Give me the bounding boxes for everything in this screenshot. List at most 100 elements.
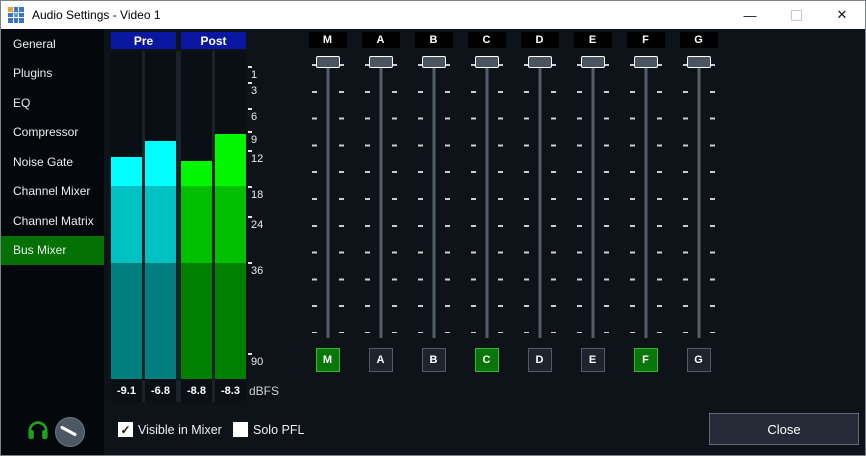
scale-label: 90 [251, 356, 263, 368]
fader-handle[interactable] [687, 56, 711, 68]
sidebar-item-plugins[interactable]: Plugins [1, 59, 104, 89]
post-meter-header: Post [181, 32, 246, 49]
sidebar-item-general[interactable]: General [1, 29, 104, 59]
maximize-icon [791, 10, 802, 21]
fader-strip-g: G G [672, 32, 725, 373]
fader-tick-marks [498, 64, 503, 333]
fader-tick-marks [551, 64, 556, 333]
headphone-volume-knob[interactable] [55, 417, 85, 447]
pre-meter-header: Pre [111, 32, 176, 49]
window-title: Audio Settings - Video 1 [32, 8, 161, 22]
fader-tick-marks [418, 64, 423, 333]
fader-handle[interactable] [528, 56, 552, 68]
fader-handle[interactable] [369, 56, 393, 68]
fader-tick-marks [710, 64, 715, 333]
meter-value-row: -9.1 -6.8 -8.8 -8.3 [111, 380, 246, 402]
fader-strip-f: F F [619, 32, 672, 373]
meter-bars-area [111, 51, 246, 379]
db-scale: 1 3 6 9 12 18 24 36 90 [248, 51, 282, 379]
solo-pfl-checkbox[interactable] [233, 422, 248, 437]
pre-meter-bar-left [111, 51, 142, 379]
headphones-icon[interactable] [27, 418, 49, 442]
visible-in-mixer-label: Visible in Mixer [138, 423, 222, 437]
post-right-db-value: -8.3 [215, 380, 246, 402]
fader-label: C [468, 32, 506, 48]
fader-track[interactable] [591, 62, 594, 338]
fader-handle[interactable] [475, 56, 499, 68]
bus-button-f[interactable]: F [634, 348, 658, 372]
fader-strip-a: A A [354, 32, 407, 373]
fader-tick-marks [524, 64, 529, 333]
post-meter-bar-left [181, 51, 212, 379]
post-meter-bar-right [215, 51, 246, 379]
fader-strip-d: D D [513, 32, 566, 373]
check-icon: ✓ [120, 423, 130, 437]
fader-label: E [574, 32, 612, 48]
close-window-button[interactable]: ✕ [819, 1, 865, 29]
dbfs-unit-label: dBFS [249, 384, 279, 398]
sidebar-item-channel-mixer[interactable]: Channel Mixer [1, 177, 104, 207]
fader-strip-e: E E [566, 32, 619, 373]
fader-strip-b: B B [407, 32, 460, 373]
fader-strip-m: M M [301, 32, 354, 373]
fader-track[interactable] [432, 62, 435, 338]
scale-label: 1 [251, 69, 257, 81]
fader-handle[interactable] [316, 56, 340, 68]
fader-handle[interactable] [422, 56, 446, 68]
bus-button-g[interactable]: G [687, 348, 711, 372]
sidebar-item-channel-matrix[interactable]: Channel Matrix [1, 206, 104, 236]
fader-tick-marks [365, 64, 370, 333]
fader-tick-marks [577, 64, 582, 333]
scale-label: 24 [251, 219, 263, 231]
scale-label: 6 [251, 111, 257, 123]
close-button[interactable]: Close [709, 413, 859, 445]
app-icon [8, 7, 24, 23]
fader-label: D [521, 32, 559, 48]
bus-button-a[interactable]: A [369, 348, 393, 372]
scale-label: 3 [251, 85, 257, 97]
post-left-db-value: -8.8 [181, 380, 212, 402]
fader-tick-marks [630, 64, 635, 333]
sidebar-item-noise-gate[interactable]: Noise Gate [1, 147, 104, 177]
titlebar: Audio Settings - Video 1 — ✕ [1, 1, 865, 29]
fader-tick-marks [471, 64, 476, 333]
sidebar-item-eq[interactable]: EQ [1, 88, 104, 118]
audio-settings-dialog: Audio Settings - Video 1 — ✕ General Plu… [0, 0, 866, 456]
fader-tick-marks [657, 64, 662, 333]
fader-track[interactable] [485, 62, 488, 338]
fader-track[interactable] [697, 62, 700, 338]
bus-button-b[interactable]: B [422, 348, 446, 372]
bus-button-e[interactable]: E [581, 348, 605, 372]
bus-button-m[interactable]: M [316, 348, 340, 372]
fader-tick-marks [339, 64, 344, 333]
sidebar-item-bus-mixer[interactable]: Bus Mixer [1, 236, 104, 266]
fader-tick-marks [604, 64, 609, 333]
fader-label: G [680, 32, 718, 48]
fader-tick-marks [683, 64, 688, 333]
fader-handle[interactable] [581, 56, 605, 68]
bus-button-d[interactable]: D [528, 348, 552, 372]
fader-tick-marks [392, 64, 397, 333]
fader-label: A [362, 32, 400, 48]
bus-button-c[interactable]: C [475, 348, 499, 372]
sidebar-item-compressor[interactable]: Compressor [1, 118, 104, 148]
minimize-button[interactable]: — [727, 1, 773, 29]
fader-track[interactable] [644, 62, 647, 338]
fader-handle[interactable] [634, 56, 658, 68]
scale-label: 12 [251, 153, 263, 165]
scale-label: 36 [251, 265, 263, 277]
scale-label: 18 [251, 189, 263, 201]
fader-strip-c: C C [460, 32, 513, 373]
solo-pfl-label: Solo PFL [253, 423, 304, 437]
fader-track[interactable] [538, 62, 541, 338]
fader-tick-marks [312, 64, 317, 333]
visible-in-mixer-checkbox[interactable]: ✓ [118, 422, 133, 437]
fader-track[interactable] [326, 62, 329, 338]
maximize-button[interactable] [773, 1, 819, 29]
minimize-icon: — [744, 8, 757, 23]
fader-tick-marks [445, 64, 450, 333]
fader-track[interactable] [379, 62, 382, 338]
pre-right-db-value: -6.8 [145, 380, 176, 402]
pre-left-db-value: -9.1 [111, 380, 142, 402]
pre-meter-bar-right [145, 51, 176, 379]
